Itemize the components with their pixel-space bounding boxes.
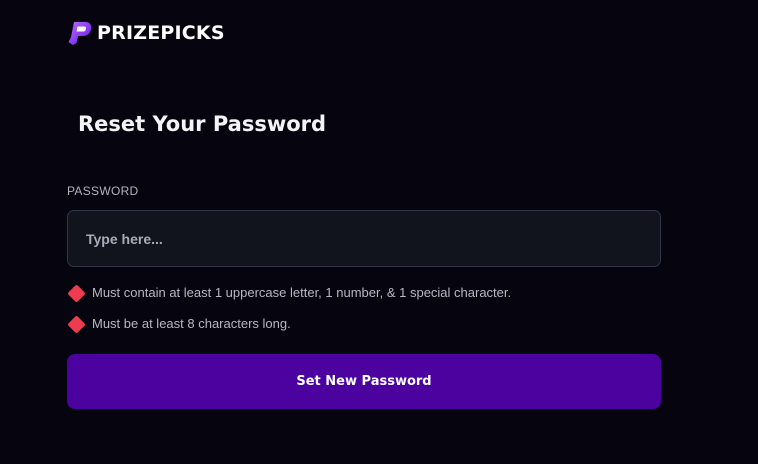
password-label: PASSWORD xyxy=(67,184,139,198)
set-new-password-button[interactable]: Set New Password xyxy=(67,354,661,409)
error-diamond-icon xyxy=(67,314,86,334)
password-input[interactable] xyxy=(67,210,661,267)
requirement-uppercase-number-special: Must contain at least 1 uppercase letter… xyxy=(67,283,512,303)
requirement-min-length: Must be at least 8 characters long. xyxy=(67,314,291,334)
requirement-text: Must contain at least 1 uppercase letter… xyxy=(92,285,512,300)
requirement-text: Must be at least 8 characters long. xyxy=(92,316,291,331)
brand-name: PRIZEPICKS xyxy=(97,22,225,44)
prizepicks-logo[interactable]: PRIZEPICKS xyxy=(67,20,225,46)
prizepicks-p-icon xyxy=(68,22,92,45)
error-diamond-icon xyxy=(67,283,86,303)
reset-password-page: PRIZEPICKS Reset Your Password PASSWORD … xyxy=(0,0,758,464)
page-title: Reset Your Password xyxy=(78,112,327,136)
